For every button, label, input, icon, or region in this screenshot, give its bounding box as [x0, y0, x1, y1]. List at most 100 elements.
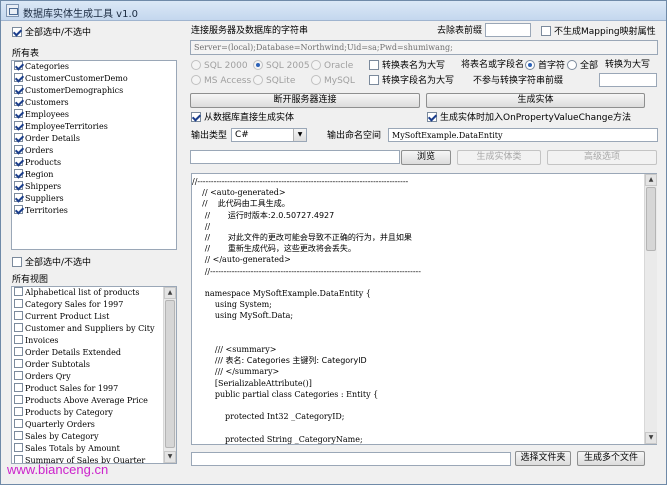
browse-button[interactable]: 浏览 — [401, 150, 451, 165]
checkbox-icon — [427, 112, 437, 122]
radio-all[interactable]: 全部 — [567, 60, 598, 72]
list-item[interactable]: Customer and Suppliers by City — [12, 323, 176, 335]
list-item[interactable]: Shippers — [12, 181, 176, 193]
list-item[interactable]: Order Subtotals — [12, 359, 176, 371]
list-item[interactable]: EmployeeTerritories — [12, 121, 176, 133]
generate-entity-class-button[interactable]: 生成实体类 — [457, 150, 541, 165]
scroll-down-icon[interactable]: ▼ — [645, 432, 657, 444]
output-path-input[interactable] — [190, 150, 400, 164]
no-prefix-input[interactable] — [599, 73, 657, 87]
list-item[interactable]: Customers — [12, 97, 176, 109]
to-upper-label: 转换为大写 — [605, 60, 651, 70]
list-item-label: Invoices — [25, 336, 59, 345]
list-item[interactable]: Order Details — [12, 133, 176, 145]
no-mapping-checkbox[interactable]: 不生成Mapping映射属性 — [541, 26, 656, 38]
generate-multiple-files-button[interactable]: 生成多个文件 — [577, 451, 645, 466]
list-item[interactable]: Sales by Category — [12, 431, 176, 443]
views-scrollbar[interactable]: ▲ ▼ — [163, 287, 176, 463]
tables-list[interactable]: Categories CustomerCustomerDemo CustomerDe… — [11, 60, 177, 250]
table-upper-checkbox[interactable]: 转换表名为大写 — [369, 60, 445, 72]
checkbox-icon — [14, 359, 23, 368]
radio-sql2000[interactable]: SQL 2000 — [191, 60, 248, 72]
list-item-label: EmployeeTerritories — [25, 122, 108, 131]
list-item[interactable]: Alphabetical list of products — [12, 287, 176, 299]
list-item[interactable]: Employees — [12, 109, 176, 121]
checkbox-icon — [14, 133, 23, 142]
field-upper-checkbox[interactable]: 转换字段名为大写 — [369, 75, 454, 87]
checkbox-icon — [14, 109, 23, 118]
radio-icon — [525, 60, 535, 70]
list-item[interactable]: CustomerCustomerDemo — [12, 73, 176, 85]
radio-icon — [311, 60, 321, 70]
connection-string-input[interactable]: Server=(local);Database=Northwind;Uid=sa… — [190, 40, 658, 55]
radio-oracle[interactable]: Oracle — [311, 60, 353, 72]
code-line: //--------------------------------------… — [192, 266, 421, 276]
views-list[interactable]: Alphabetical list of products Category Sa… — [11, 286, 177, 464]
scroll-up-icon[interactable]: ▲ — [164, 287, 176, 299]
list-item[interactable]: Products — [12, 157, 176, 169]
convert-label: 将表名或字段名 — [461, 60, 525, 70]
list-item-label: Products Above Average Price — [25, 396, 148, 405]
checkbox-icon — [14, 431, 23, 440]
list-item[interactable]: Product Sales for 1997 — [12, 383, 176, 395]
list-item[interactable]: Region — [12, 169, 176, 181]
list-item[interactable]: Orders — [12, 145, 176, 157]
list-item[interactable]: Products by Category — [12, 407, 176, 419]
list-item-label: Suppliers — [25, 194, 64, 203]
list-item-label: Order Subtotals — [25, 360, 91, 369]
radio-mysql[interactable]: MySQL — [311, 75, 355, 87]
list-item[interactable]: Suppliers — [12, 193, 176, 205]
checkbox-icon — [14, 157, 23, 166]
checkbox-icon — [14, 299, 23, 308]
radio-sql2005[interactable]: SQL 2005 — [253, 60, 310, 72]
code-line: /// <summary> — [192, 345, 277, 354]
generate-button[interactable]: 生成实体 — [426, 93, 645, 108]
list-item-label: Current Product List — [25, 312, 110, 321]
select-all-views-checkbox[interactable]: 全部选中/不选中 — [12, 257, 91, 269]
radio-icon — [311, 75, 321, 85]
namespace-input[interactable]: MySoftExample.DataEntity — [388, 128, 658, 142]
choose-folder-button[interactable]: 选择文件夹 — [515, 451, 571, 466]
remove-prefix-input[interactable] — [485, 23, 531, 37]
list-item[interactable]: Products Above Average Price — [12, 395, 176, 407]
folder-path-input[interactable] — [191, 452, 511, 466]
list-item-label: Customer and Suppliers by City — [25, 324, 155, 333]
list-item[interactable]: CustomerDemographics — [12, 85, 176, 97]
list-item[interactable]: Categories — [12, 61, 176, 73]
scroll-down-icon[interactable]: ▼ — [164, 451, 176, 463]
list-item-label: Order Details — [25, 134, 80, 143]
checkbox-icon — [14, 97, 23, 106]
list-item[interactable]: Quarterly Orders — [12, 419, 176, 431]
checkbox-icon — [14, 383, 23, 392]
views-label: 所有视图 — [12, 275, 49, 285]
tables-label: 所有表 — [12, 49, 40, 59]
output-type-select[interactable]: C# ▼ — [231, 128, 307, 142]
radio-first-char[interactable]: 首字符 — [525, 60, 565, 72]
list-item[interactable]: Sales Totals by Amount — [12, 443, 176, 455]
no-prefix-label: 不参与转换字符串前缀 — [473, 76, 564, 86]
code-line: // 重新生成代码，这些更改将会丢失。 — [192, 244, 356, 254]
checkbox-icon — [12, 27, 22, 37]
code-preview[interactable]: //--------------------------------------… — [191, 173, 657, 445]
direct-gen-checkbox[interactable]: 从数据库直接生成实体 — [191, 112, 294, 124]
disconnect-button[interactable]: 断开服务器连接 — [190, 93, 420, 108]
radio-ms-access[interactable]: MS Access — [191, 75, 251, 87]
code-line: using MySoft.Data; — [192, 311, 294, 321]
radio-sqlite[interactable]: SQLite — [253, 75, 295, 87]
select-all-tables-checkbox[interactable]: 全部选中/不选中 — [12, 27, 91, 39]
list-item[interactable]: Territories — [12, 205, 176, 217]
list-item[interactable]: Orders Qry — [12, 371, 176, 383]
list-item-label: Quarterly Orders — [25, 420, 95, 429]
list-item[interactable]: Current Product List — [12, 311, 176, 323]
list-item[interactable]: Invoices — [12, 335, 176, 347]
add-change-checkbox[interactable]: 生成实体时加入OnPropertyValueChange方法 — [427, 112, 631, 124]
scroll-thumb[interactable] — [165, 300, 175, 448]
list-item[interactable]: Category Sales for 1997 — [12, 299, 176, 311]
list-item-label: Employees — [25, 110, 70, 119]
scroll-thumb[interactable] — [646, 187, 656, 251]
list-item[interactable]: Order Details Extended — [12, 347, 176, 359]
scroll-up-icon[interactable]: ▲ — [645, 174, 657, 186]
advanced-options-button[interactable]: 高级选项 — [547, 150, 657, 165]
list-item-label: Customers — [25, 98, 69, 107]
code-scrollbar[interactable]: ▲ ▼ — [644, 174, 657, 444]
